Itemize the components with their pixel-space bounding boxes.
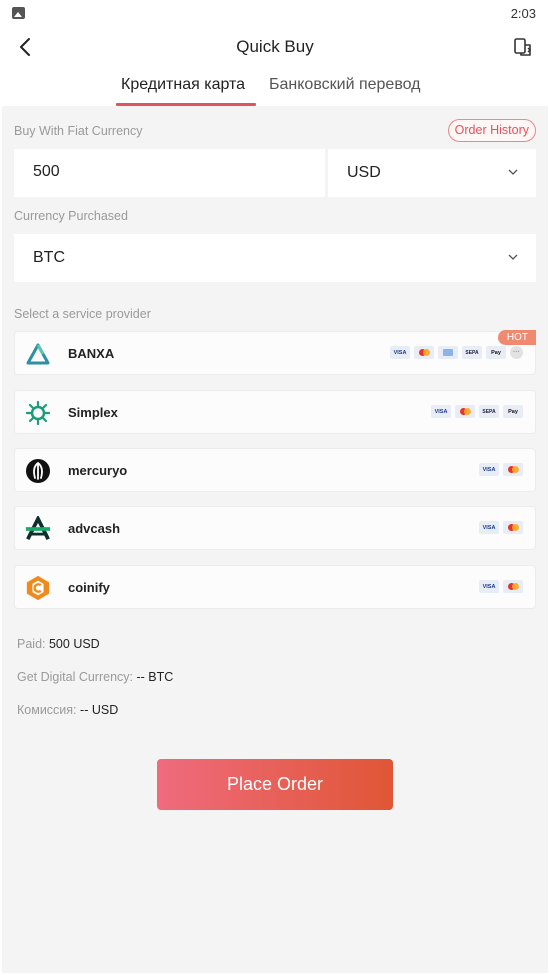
payment-methods: VISA xyxy=(479,580,523,593)
mastercard-icon xyxy=(503,521,523,534)
main-content: Buy With Fiat Currency Order History 500… xyxy=(2,106,548,973)
provider-simplex[interactable]: Simplex VISA SEPA Pay xyxy=(14,390,536,434)
payment-methods: VISA SEPA Pay ··· xyxy=(390,346,523,359)
simplex-logo-icon xyxy=(25,400,51,426)
fee-label: Комиссия: xyxy=(17,703,77,717)
get-label: Get Digital Currency: xyxy=(17,670,134,684)
paid-label: Paid: xyxy=(17,637,46,651)
status-time: 2:03 xyxy=(510,6,536,21)
fiat-input-row: 500 USD xyxy=(14,149,536,197)
chevron-down-icon xyxy=(508,169,518,175)
hot-badge: HOT xyxy=(497,330,536,345)
order-history-button[interactable]: Order History xyxy=(447,119,536,142)
fee-summary: Комиссия: -- USD xyxy=(17,703,118,717)
banxa-logo-icon xyxy=(25,341,51,367)
swap-document-icon xyxy=(514,38,531,56)
place-order-button[interactable]: Place Order xyxy=(157,759,393,810)
coinify-logo-icon xyxy=(25,575,51,601)
get-value: -- BTC xyxy=(136,670,174,684)
switch-mode-button[interactable] xyxy=(508,32,538,62)
chevron-down-icon xyxy=(508,254,518,260)
provider-coinify[interactable]: coinify VISA xyxy=(14,565,536,609)
provider-name: coinify xyxy=(68,580,110,595)
mastercard-icon xyxy=(414,346,434,359)
crypto-currency-select[interactable]: BTC xyxy=(14,234,536,282)
providers-label: Select a service provider xyxy=(14,307,151,321)
provider-mercuryo[interactable]: mercuryo VISA xyxy=(14,448,536,492)
fiat-label: Buy With Fiat Currency xyxy=(14,124,143,138)
crypto-currency-value: BTC xyxy=(33,249,65,266)
get-summary: Get Digital Currency: -- BTC xyxy=(17,670,173,684)
visa-icon: VISA xyxy=(479,580,499,593)
provider-name: BANXA xyxy=(68,346,115,361)
payment-tabs: Кредитная карта Банковский перевод xyxy=(0,68,550,106)
advcash-logo-icon xyxy=(25,516,51,542)
status-bar: 2:03 xyxy=(0,0,550,26)
sepa-icon: SEPA xyxy=(462,346,482,359)
payment-methods: VISA SEPA Pay xyxy=(431,405,523,418)
provider-name: mercuryo xyxy=(68,463,128,478)
tab-credit-card[interactable]: Кредитная карта xyxy=(121,76,245,94)
visa-icon: VISA xyxy=(390,346,410,359)
more-methods-icon: ··· xyxy=(510,346,523,359)
apple-pay-icon: Pay xyxy=(503,405,523,418)
tab-bank-transfer[interactable]: Банковский перевод xyxy=(269,76,421,94)
page-title: Quick Buy xyxy=(236,37,314,56)
sepa-icon: SEPA xyxy=(479,405,499,418)
provider-banxa[interactable]: BANXA VISA SEPA Pay ··· HOT xyxy=(14,330,536,375)
fiat-amount-input[interactable]: 500 xyxy=(14,149,325,197)
mastercard-icon xyxy=(503,580,523,593)
paid-value: 500 USD xyxy=(48,637,100,651)
paid-summary: Paid: 500 USD xyxy=(17,637,100,651)
fee-value: -- USD xyxy=(80,703,119,717)
visa-icon: VISA xyxy=(479,521,499,534)
payment-methods: VISA xyxy=(479,463,523,476)
mercuryo-logo-icon xyxy=(25,458,51,484)
visa-icon: VISA xyxy=(479,463,499,476)
visa-icon: VISA xyxy=(431,405,451,418)
fiat-currency-value: USD xyxy=(347,164,381,181)
app-header: Quick Buy xyxy=(0,26,550,68)
crypto-label: Currency Purchased xyxy=(14,209,128,223)
bank-card-icon xyxy=(438,346,458,359)
apple-pay-icon: Pay xyxy=(486,346,506,359)
fiat-currency-select[interactable]: USD xyxy=(328,149,536,197)
provider-name: advcash xyxy=(68,521,121,536)
payment-methods: VISA xyxy=(479,521,523,534)
mastercard-icon xyxy=(455,405,475,418)
image-notification-icon xyxy=(12,7,25,19)
mastercard-icon xyxy=(503,463,523,476)
provider-advcash[interactable]: advcash VISA xyxy=(14,506,536,550)
provider-name: Simplex xyxy=(68,405,118,420)
